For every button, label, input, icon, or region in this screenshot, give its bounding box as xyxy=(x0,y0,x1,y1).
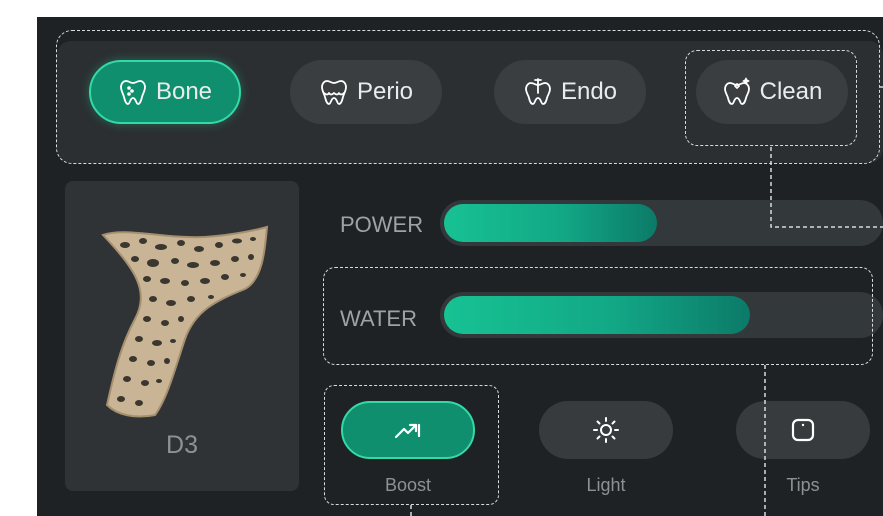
control-panel: Bone Perio Endo Clean D3 POWER WATER Boo… xyxy=(37,17,883,516)
bone-density-label: D3 xyxy=(166,431,198,459)
mode-button-endo[interactable]: Endo xyxy=(494,60,646,124)
light-label: Light xyxy=(586,475,626,495)
bone-density-illustration xyxy=(101,225,269,418)
tooth-perio-icon xyxy=(321,80,347,105)
tips-button[interactable] xyxy=(736,401,870,459)
boost-trend-icon xyxy=(394,423,421,439)
tips-square-icon xyxy=(791,418,815,442)
mode-label-clean: Clean xyxy=(759,78,823,105)
light-button[interactable] xyxy=(539,401,673,459)
power-label: POWER xyxy=(340,212,424,237)
tooth-clean-icon xyxy=(723,77,750,105)
mode-label-perio: Perio xyxy=(356,78,414,105)
water-slider[interactable] xyxy=(440,292,883,338)
mode-button-bone[interactable]: Bone xyxy=(89,60,241,124)
power-slider-fill xyxy=(444,204,658,242)
mode-button-perio[interactable]: Perio xyxy=(290,60,442,124)
sun-icon xyxy=(593,417,619,443)
mode-label-bone: Bone xyxy=(155,78,213,105)
mode-button-clean[interactable]: Clean xyxy=(696,60,848,124)
water-slider-fill xyxy=(444,296,751,334)
tips-label: Tips xyxy=(786,475,820,495)
boost-label: Boost xyxy=(384,475,432,495)
water-label: WATER xyxy=(340,306,417,331)
mode-label-endo: Endo xyxy=(560,78,618,105)
power-slider[interactable] xyxy=(440,200,883,246)
boost-button[interactable] xyxy=(341,401,475,459)
bone-density-card: D3 xyxy=(65,181,299,491)
tooth-endo-icon xyxy=(525,78,551,105)
tooth-bone-icon xyxy=(120,80,146,105)
